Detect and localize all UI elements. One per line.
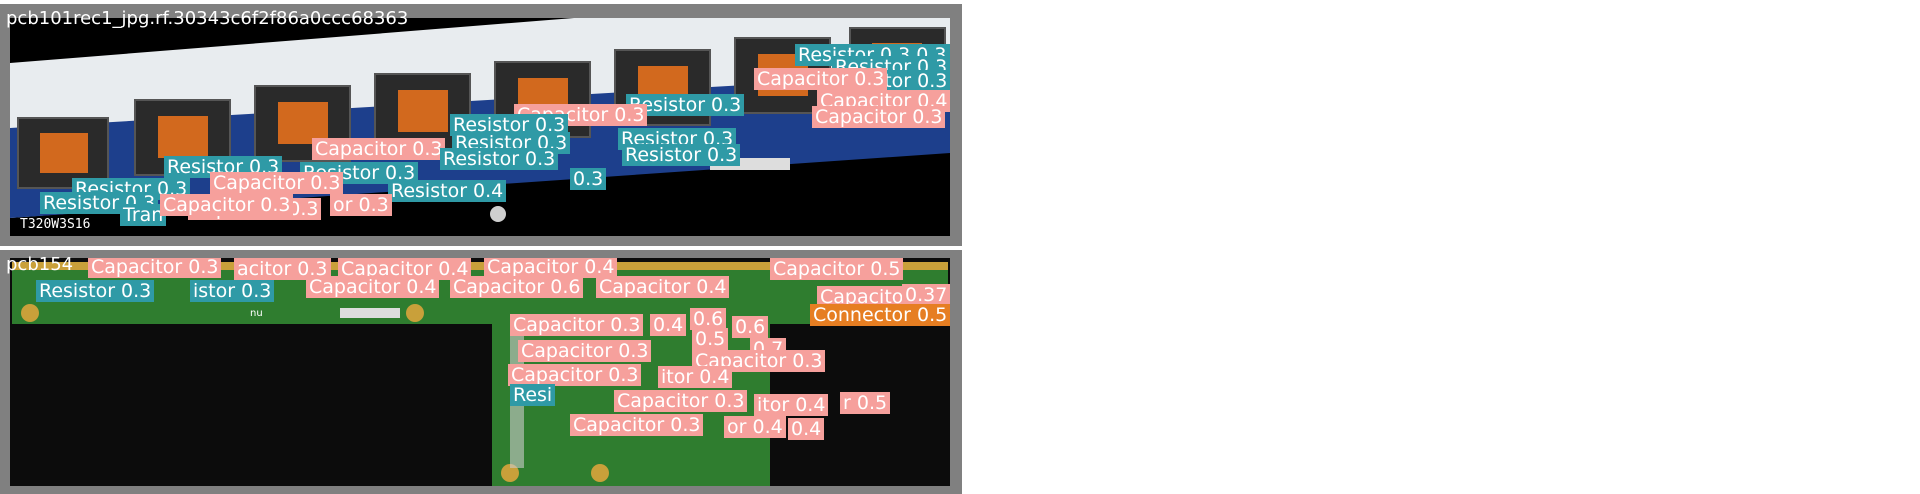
detection-label: 0.5 <box>692 328 729 350</box>
detection-label: istor 0.3 <box>190 280 275 302</box>
detection-label: 0.4 <box>650 314 687 336</box>
detection-label: 0.3 <box>570 168 607 190</box>
detection-label: itor 0.4 <box>754 394 829 416</box>
detection-label: Capacitor 0.5 <box>770 258 904 280</box>
detection-label: Resistor 0.3 <box>622 144 741 166</box>
detection-label: Capacitor 0.3 <box>88 258 222 278</box>
detection-label: 0.4 <box>788 418 825 440</box>
detection-label: Capacitor 0.3 <box>508 364 642 386</box>
detection-label: Capacitor 0.3 <box>312 138 446 160</box>
detection-label: r 0.5 <box>840 392 891 414</box>
detection-label: Capacitor 0.4 <box>596 276 730 298</box>
detection-label: Capacitor 0.3 <box>160 194 294 216</box>
detection-label: Resi <box>510 384 556 406</box>
detection-label: Capacitor 0.4 <box>306 276 440 298</box>
panel-title: pcb101rec1_jpg.rf.30343c6f2f86a0ccc68363 <box>6 8 409 29</box>
detection-label: Capacitor 0.6 <box>450 276 584 298</box>
detection-label: Capacitor 0.3 <box>812 106 946 128</box>
result-panel-1: pcb101rec1_jpg.rf.30343c6f2f86a0ccc68363 <box>0 4 962 246</box>
svg-text:nu: nu <box>250 308 263 319</box>
detection-label: or 0.4 <box>724 416 786 438</box>
pcb-image-1: T320W3S16 Resistor 0.3 0.3 Resistor 0.3 … <box>10 18 950 236</box>
detection-label: Capacitor 0.3 <box>210 172 344 194</box>
detection-label: Resistor 0.4 <box>388 180 507 202</box>
svg-text:T320W3S16: T320W3S16 <box>20 217 90 232</box>
detection-label: Resistor 0.3 <box>36 280 155 302</box>
detection-label: Capacitor 0.3 <box>754 68 888 90</box>
detection-label: 0.6 <box>690 308 727 330</box>
detection-label: Capacitor 0.4 <box>484 258 618 278</box>
detection-label: Capacitor 0.3 <box>614 390 748 412</box>
detection-label: Capacitor 0.3 <box>510 314 644 336</box>
detection-label: Capacitor 0.3 <box>518 340 652 362</box>
detection-label: Connector 0.5 <box>810 304 950 326</box>
detection-label: or 0.3 <box>330 194 392 216</box>
detection-label: itor 0.4 <box>658 366 733 388</box>
panel-title: pcb154 <box>6 254 74 275</box>
detection-label: 0.37 <box>902 284 950 306</box>
result-panel-2: pcb154 nu Capacitor 0.3 acitor 0.3 Capac… <box>0 250 962 494</box>
detection-label: Capacitor 0.3 <box>570 414 704 436</box>
detection-label: 0.6 <box>732 316 769 338</box>
pcb-image-2: nu Capacitor 0.3 acitor 0.3 Capacitor 0.… <box>10 258 950 486</box>
detection-label: Resistor 0.3 <box>440 148 559 170</box>
